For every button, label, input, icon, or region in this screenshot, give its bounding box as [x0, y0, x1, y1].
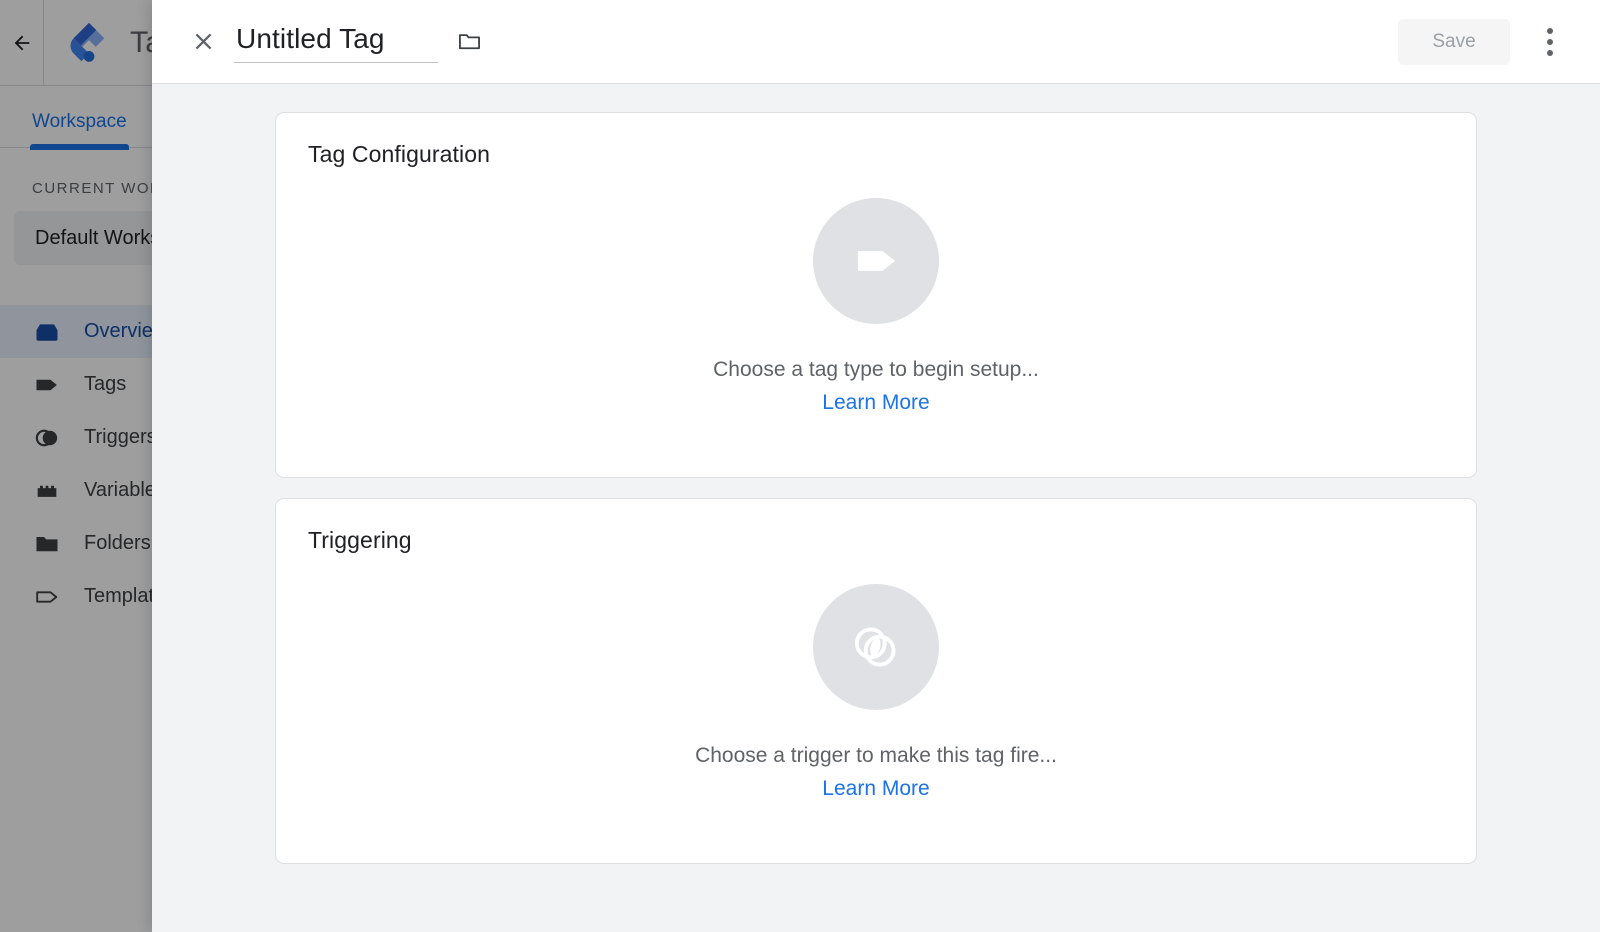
more-vert-icon [1547, 28, 1553, 34]
triggering-card[interactable]: Triggering Choose a trigger to make this… [275, 498, 1477, 864]
tag-configuration-learn-more-link[interactable]: Learn More [822, 391, 929, 415]
save-button[interactable]: Save [1398, 19, 1510, 65]
app-root: Tag Manager Workspace CURRENT WORKSPACE … [0, 0, 1600, 932]
tag-filled-icon [32, 370, 62, 400]
tag-configuration-title: Tag Configuration [276, 113, 1476, 168]
choose-folder-button[interactable] [454, 27, 484, 57]
tab-workspace[interactable]: Workspace [32, 111, 127, 147]
variable-brick-icon [32, 476, 62, 506]
triggering-empty-state: Choose a trigger to make this tag fire..… [276, 554, 1476, 863]
tag-configuration-empty-text: Choose a tag type to begin setup... [713, 358, 1039, 382]
triggering-title: Triggering [276, 499, 1476, 554]
tag-shape-icon [845, 230, 907, 292]
tag-placeholder-circle [813, 198, 939, 324]
tag-title-group [234, 21, 484, 63]
folder-outline-icon [456, 28, 483, 55]
sidebar-item-label: Triggers [84, 426, 157, 449]
trigger-circles-icon [32, 423, 62, 453]
close-button[interactable] [186, 25, 220, 59]
trigger-placeholder-circle [813, 584, 939, 710]
trigger-circles-icon [845, 616, 907, 678]
more-vert-icon [1547, 50, 1553, 56]
overview-box-icon [32, 317, 62, 347]
tag-configuration-empty-state: Choose a tag type to begin setup... Lear… [276, 168, 1476, 477]
google-tag-manager-logo [66, 20, 112, 66]
sidebar-item-label: Folders [84, 532, 151, 555]
tag-editor-body: Tag Configuration Choose a tag type to b… [152, 84, 1600, 932]
back-button[interactable] [0, 0, 44, 85]
more-options-button[interactable] [1530, 19, 1570, 65]
more-vert-icon [1547, 39, 1553, 45]
folder-filled-icon [32, 529, 62, 559]
close-icon [190, 28, 217, 55]
triggering-empty-text: Choose a trigger to make this tag fire..… [695, 744, 1057, 768]
tag-name-input[interactable] [234, 21, 438, 63]
triggering-learn-more-link[interactable]: Learn More [822, 777, 929, 801]
sidebar-item-label: Tags [84, 373, 126, 396]
tag-editor-panel: Save Tag Configuration Choose a tag type… [152, 0, 1600, 932]
tag-editor-header: Save [152, 0, 1600, 84]
arrow-left-icon [11, 32, 33, 54]
template-tag-outline-icon [32, 582, 62, 612]
tag-configuration-card[interactable]: Tag Configuration Choose a tag type to b… [275, 112, 1477, 478]
